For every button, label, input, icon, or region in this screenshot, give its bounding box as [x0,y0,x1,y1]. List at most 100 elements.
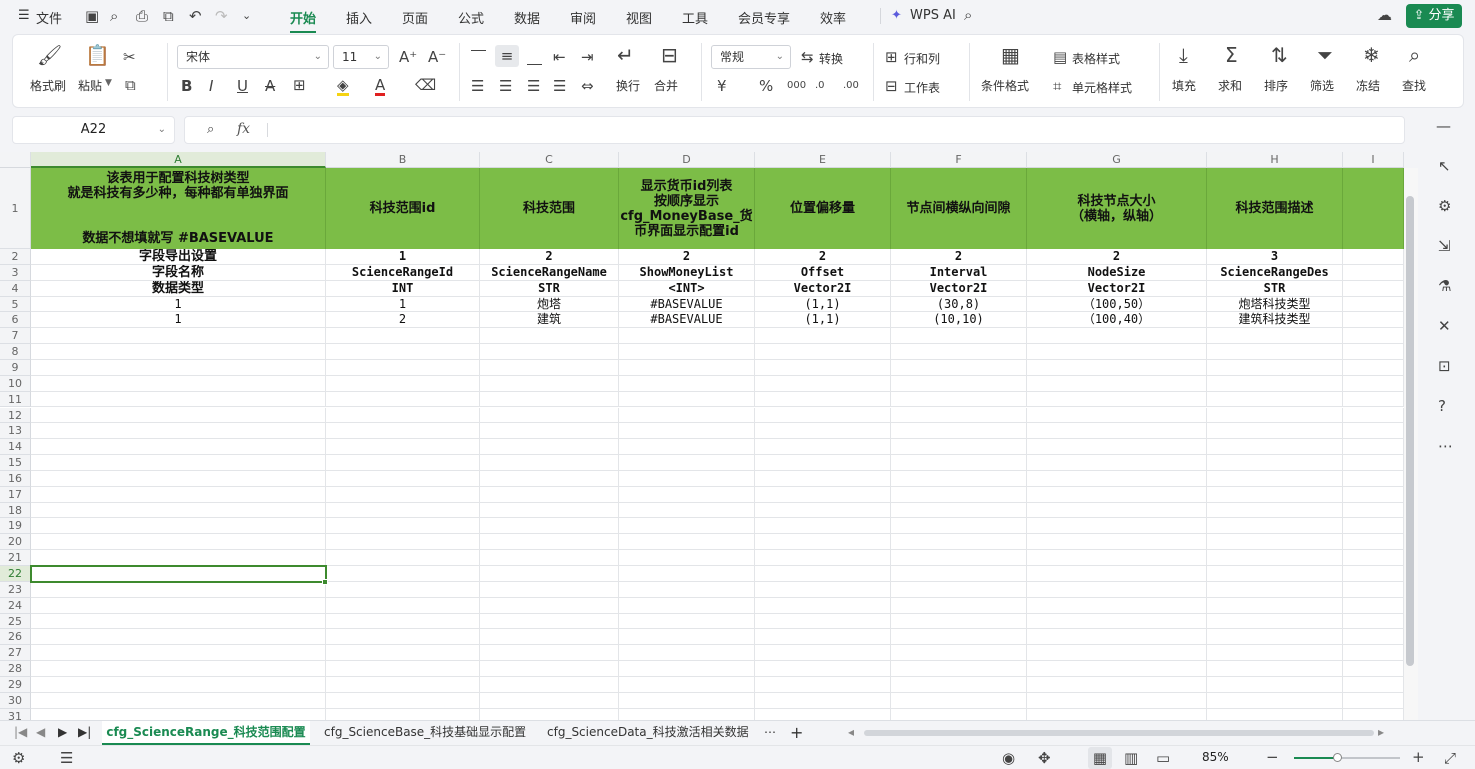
empty-cell[interactable] [31,391,326,408]
empty-cell[interactable] [891,597,1027,614]
empty-cell[interactable] [891,645,1027,662]
sort-button[interactable]: 排序 [1264,77,1288,94]
row-header[interactable]: 10 [0,375,31,392]
row-header[interactable]: 20 [0,534,31,551]
indent-decrease-icon[interactable]: ⇤ [553,49,566,65]
empty-cell[interactable] [1207,518,1343,535]
header-cell-E[interactable]: 位置偏移量 [755,168,891,249]
empty-cell[interactable] [1207,470,1343,487]
empty-cell[interactable] [480,470,619,487]
empty-cell[interactable] [1027,328,1207,345]
filter-icon[interactable]: ⏷ [1317,45,1333,65]
macro-icon[interactable]: ⚙ [12,750,25,766]
decrease-font-icon[interactable]: A⁻ [428,49,446,65]
empty-cell[interactable] [31,407,326,424]
header-cell-G[interactable]: 科技节点大小 （横轴，纵轴） [1027,168,1207,249]
data-cell[interactable]: NodeSize [1027,264,1207,281]
empty-cell[interactable] [1207,566,1343,582]
row-header[interactable]: 30 [0,692,31,709]
empty-cell[interactable] [326,407,480,424]
data-cell[interactable]: ScienceRangeDes [1207,264,1343,281]
data-cell[interactable]: #BASEVALUE [619,312,755,329]
data-cell[interactable]: 2 [891,249,1027,265]
settings-sliders-icon[interactable]: ⚙ [1438,198,1451,214]
empty-cell[interactable] [755,407,891,424]
merge-button[interactable]: 合并 [654,77,678,94]
row-header[interactable]: 19 [0,518,31,535]
empty-cell[interactable] [31,692,326,709]
table-style-icon[interactable]: ▤ [1053,49,1067,65]
empty-cell[interactable] [619,692,755,709]
empty-cell[interactable] [31,470,326,487]
cloud-sync-icon[interactable]: ☁ [1377,7,1392,23]
normal-view-icon[interactable]: ▦ [1088,747,1112,769]
empty-cell[interactable] [326,597,480,614]
empty-cell[interactable] [1343,455,1404,471]
save-icon[interactable]: ▣ [85,8,99,24]
data-cell[interactable]: Vector2I [891,280,1027,297]
convert-icon[interactable]: ⇆ [801,49,814,65]
empty-cell[interactable] [31,661,326,677]
thousands-icon[interactable]: 000 [787,78,806,94]
data-cell[interactable]: 2 [619,249,755,265]
empty-cell[interactable] [480,486,619,503]
sum-button[interactable]: 求和 [1218,77,1242,94]
row-header[interactable]: 6 [0,312,31,329]
find-icon[interactable]: ⌕ [1409,45,1420,65]
data-cell[interactable]: ShowMoneyList [619,264,755,281]
data-cell[interactable]: ScienceRangeName [480,264,619,281]
empty-cell[interactable] [480,613,619,630]
empty-cell[interactable] [1343,375,1404,392]
data-cell[interactable]: 2 [480,249,619,265]
menu-tab-3[interactable]: 公式 [458,8,484,27]
empty-cell[interactable] [619,455,755,471]
empty-cell[interactable] [891,661,1027,677]
empty-cell[interactable] [480,550,619,566]
empty-cell[interactable] [1343,344,1404,360]
cell-style-button[interactable]: 单元格样式 [1072,79,1132,96]
print-preview-icon[interactable]: ⧉ [163,8,174,24]
sheet-tab-active[interactable]: cfg_ScienceRange_科技范围配置 [102,721,310,745]
paste-icon[interactable]: 📋 [85,45,110,65]
empty-cell[interactable] [619,423,755,440]
empty-cell[interactable] [480,597,619,614]
scroll-left-icon[interactable]: ◂ [848,721,854,745]
book-icon[interactable]: ⊡ [1438,358,1451,374]
convert-button[interactable]: 转换 [819,50,843,67]
vertical-scrollbar[interactable] [1404,168,1418,720]
empty-cell[interactable] [31,534,326,551]
data-cell[interactable]: Vector2I [1027,280,1207,297]
empty-cell[interactable] [891,455,1027,471]
empty-cell[interactable] [1343,597,1404,614]
column-header-I[interactable]: I [1343,152,1404,168]
fill-button[interactable]: 填充 [1172,77,1196,94]
empty-cell[interactable] [1207,581,1343,598]
empty-cell[interactable] [755,391,891,408]
format-painter-button[interactable]: 格式刷 [30,77,66,94]
merge-icon[interactable]: ⊟ [661,45,678,65]
percent-icon[interactable]: % [759,78,773,94]
menu-tab-7[interactable]: 工具 [682,8,708,27]
empty-cell[interactable] [326,359,480,376]
empty-cell[interactable] [1027,439,1207,456]
empty-cell[interactable] [1027,502,1207,519]
analysis-icon[interactable]: ⚗ [1438,278,1451,294]
row-header[interactable]: 11 [0,391,31,408]
row-header[interactable]: 7 [0,328,31,345]
empty-cell[interactable] [619,613,755,630]
empty-cell[interactable] [755,645,891,662]
empty-cell[interactable] [1207,455,1343,471]
empty-cell[interactable] [31,502,326,519]
empty-cell[interactable] [755,597,891,614]
column-header-A[interactable]: A [31,152,326,168]
row-header[interactable]: 26 [0,629,31,646]
empty-cell[interactable] [480,518,619,535]
empty-cell[interactable] [326,534,480,551]
empty-cell[interactable] [1027,486,1207,503]
empty-cell[interactable] [755,692,891,709]
data-cell[interactable]: (1,1) [755,312,891,329]
empty-cell[interactable] [326,391,480,408]
empty-cell[interactable] [480,661,619,677]
transform-icon[interactable]: ⇲ [1438,238,1451,254]
empty-cell[interactable] [31,581,326,598]
